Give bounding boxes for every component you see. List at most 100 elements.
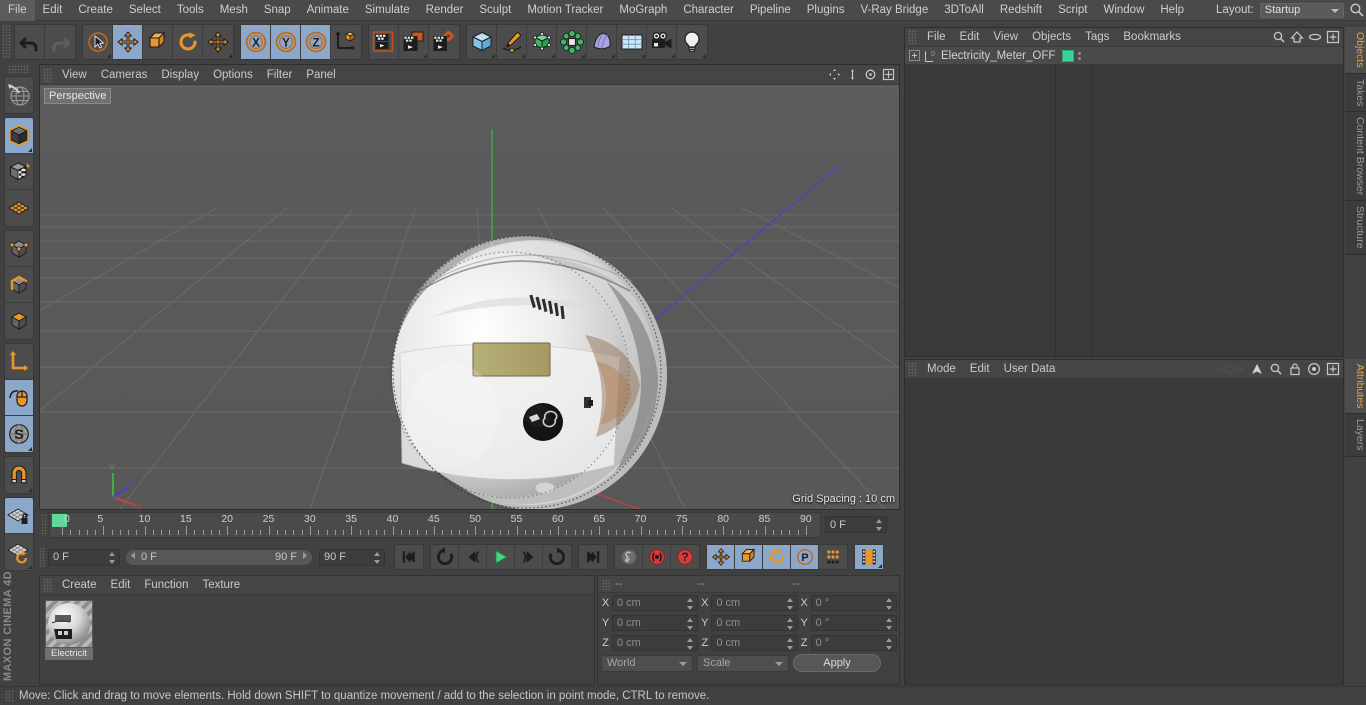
plane-icon[interactable]: [1215, 362, 1245, 379]
arrow-up-icon[interactable]: [1250, 362, 1264, 379]
tab-layers[interactable]: Layers: [1345, 414, 1366, 457]
add-camera-button[interactable]: [647, 25, 677, 59]
attribute-menu-edit[interactable]: Edit: [963, 360, 997, 379]
attribute-manager-grip[interactable]: [908, 362, 917, 376]
record-position-button[interactable]: [707, 545, 735, 569]
apply-button[interactable]: Apply: [793, 654, 881, 672]
menu-pipeline[interactable]: Pipeline: [742, 0, 799, 21]
viewport-grip[interactable]: [43, 67, 52, 82]
undo-button[interactable]: [15, 25, 45, 59]
menu-character[interactable]: Character: [675, 0, 742, 21]
position-x-field[interactable]: 0 cm: [612, 595, 699, 611]
material-list[interactable]: Electricit: [40, 595, 594, 665]
attribute-menu-user-data[interactable]: User Data: [997, 360, 1063, 379]
z-axis-lock[interactable]: Z: [301, 25, 331, 59]
size-z-field[interactable]: 0 cm: [711, 635, 798, 651]
y-axis-lock[interactable]: Y: [271, 25, 301, 59]
material-menu-edit[interactable]: Edit: [104, 576, 138, 595]
target-icon[interactable]: [1307, 362, 1321, 379]
menu-mograph[interactable]: MoGraph: [611, 0, 675, 21]
material-menu-function[interactable]: Function: [137, 576, 195, 595]
maximize-viewport-icon[interactable]: [882, 68, 895, 84]
menu-redshift[interactable]: Redshift: [992, 0, 1050, 21]
search-icon[interactable]: [1269, 362, 1283, 379]
timeline-toggle-button[interactable]: [855, 545, 883, 569]
menu-simulate[interactable]: Simulate: [357, 0, 418, 21]
add-cube-button[interactable]: [467, 25, 497, 59]
add-scene-object-button[interactable]: [587, 25, 617, 59]
viewport-canvas[interactable]: Y X Z Perspective Grid Spacing : 10 cm: [40, 85, 899, 509]
spinner-icon[interactable]: [687, 618, 694, 630]
next-frame-button[interactable]: [515, 545, 543, 569]
tab-takes[interactable]: Takes: [1345, 73, 1366, 113]
spinner-icon[interactable]: [687, 598, 694, 610]
object-manager-body[interactable]: 0 Electricity_Meter_OFF: [905, 47, 1343, 356]
tab-content-browser[interactable]: Content Browser: [1345, 112, 1366, 202]
coordinates-manager-grip[interactable]: [602, 578, 611, 590]
viewport-menu-cameras[interactable]: Cameras: [94, 65, 155, 85]
timeline-grip[interactable]: [41, 514, 48, 536]
tab-attributes[interactable]: Attributes: [1345, 359, 1366, 415]
preview-end-field[interactable]: 90 F: [319, 548, 385, 566]
material-menu-create[interactable]: Create: [55, 576, 104, 595]
polygons-mode-button[interactable]: [5, 303, 33, 339]
object-menu-bookmarks[interactable]: Bookmarks: [1116, 28, 1188, 47]
object-manager-grip[interactable]: [908, 30, 917, 44]
x-axis-lock[interactable]: X: [241, 25, 271, 59]
spinner-icon[interactable]: [109, 551, 116, 564]
visibility-dots-icon[interactable]: [1078, 52, 1081, 60]
toolbar-grip[interactable]: [2, 25, 11, 59]
model-mode-button[interactable]: [5, 118, 33, 154]
texture-mode-button[interactable]: [5, 154, 33, 190]
current-frame-field[interactable]: 0 F: [48, 548, 120, 566]
add-generator-button[interactable]: [527, 25, 557, 59]
object-manager-row[interactable]: 0 Electricity_Meter_OFF: [905, 47, 1343, 64]
object-menu-edit[interactable]: Edit: [953, 28, 987, 47]
spinner-icon[interactable]: [885, 638, 893, 650]
points-mode-button[interactable]: [5, 231, 33, 267]
render-view-button[interactable]: [369, 25, 399, 59]
go-to-end-button[interactable]: [579, 545, 607, 569]
range-right-arrow-icon[interactable]: [300, 551, 309, 563]
workplane-mode-button[interactable]: [5, 190, 33, 226]
go-to-start-button[interactable]: [395, 545, 423, 569]
move-viewport-icon[interactable]: [828, 68, 841, 84]
search-icon[interactable]: [1272, 30, 1286, 47]
enable-snap-button[interactable]: [5, 457, 33, 493]
position-z-field[interactable]: 0 cm: [612, 635, 699, 651]
menu-snap[interactable]: Snap: [256, 0, 299, 21]
rotate-tool[interactable]: [173, 25, 203, 59]
viewport-menu-filter[interactable]: Filter: [260, 65, 300, 85]
material-item[interactable]: Electricit: [45, 600, 93, 660]
menu-window[interactable]: Window: [1095, 0, 1152, 21]
spinner-icon[interactable]: [374, 551, 381, 564]
planar-workplane-button[interactable]: [5, 534, 33, 570]
material-thumbnail[interactable]: [45, 600, 93, 648]
menu-plugins[interactable]: Plugins: [799, 0, 853, 21]
spinner-icon[interactable]: [786, 598, 794, 610]
menu-tools[interactable]: Tools: [169, 0, 212, 21]
viewport-menu-view[interactable]: View: [55, 65, 94, 85]
play-forwards-button[interactable]: [543, 545, 571, 569]
material-menu-texture[interactable]: Texture: [195, 576, 247, 595]
keyframe-selection-button[interactable]: ?: [671, 545, 699, 569]
soft-selection-button[interactable]: S: [5, 416, 33, 452]
autokeying-button[interactable]: [643, 545, 671, 569]
viewport-menu-panel[interactable]: Panel: [299, 65, 342, 85]
menu-motion-tracker[interactable]: Motion Tracker: [519, 0, 611, 21]
ellipse-icon[interactable]: [1308, 30, 1322, 47]
status-badge[interactable]: [1062, 50, 1074, 62]
object-menu-objects[interactable]: Objects: [1025, 28, 1078, 47]
range-left-arrow-icon[interactable]: [129, 551, 138, 563]
menu-create[interactable]: Create: [70, 0, 121, 21]
menu-mesh[interactable]: Mesh: [212, 0, 256, 21]
spinner-icon[interactable]: [876, 519, 883, 531]
search-icon[interactable]: [1348, 1, 1366, 19]
attribute-menu-mode[interactable]: Mode: [920, 360, 963, 379]
move-tool[interactable]: [113, 25, 143, 59]
position-y-field[interactable]: 0 cm: [612, 615, 699, 631]
play-button[interactable]: [487, 545, 515, 569]
object-menu-view[interactable]: View: [986, 28, 1025, 47]
object-menu-tags[interactable]: Tags: [1078, 28, 1116, 47]
world-object-coords[interactable]: [331, 25, 361, 59]
